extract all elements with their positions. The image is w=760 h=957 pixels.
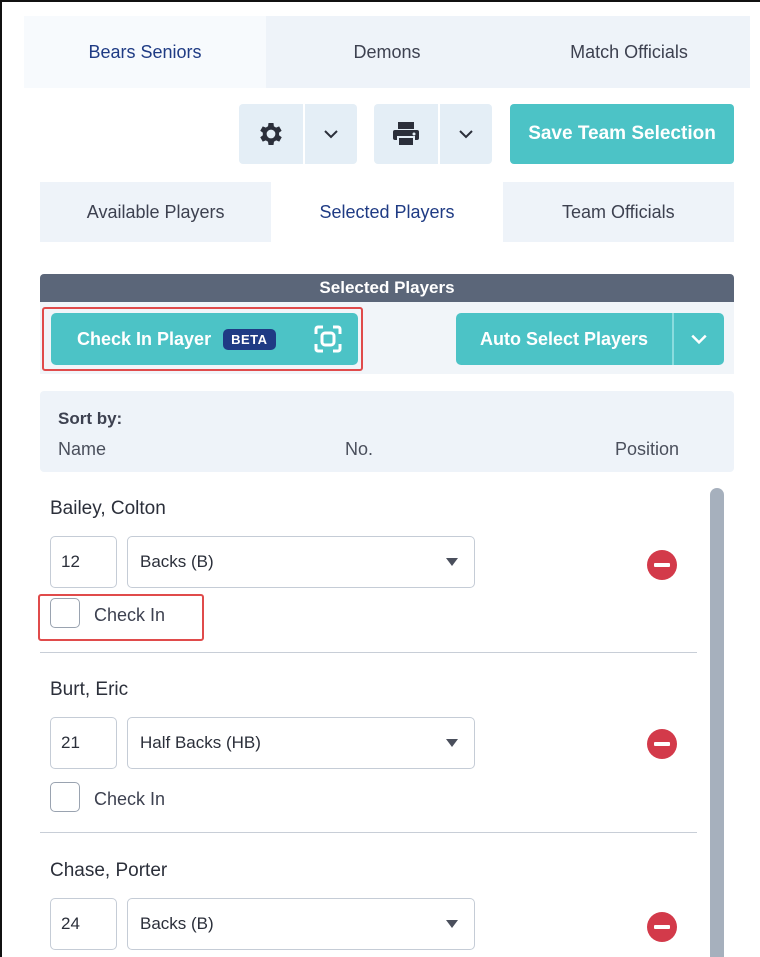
check-in-checkbox[interactable] — [50, 782, 80, 812]
remove-player-icon[interactable] — [647, 550, 677, 580]
check-in-player-label: Check In Player — [77, 328, 212, 349]
chevron-down-icon — [324, 130, 338, 139]
print-chevron-button[interactable] — [440, 104, 492, 164]
player-name: Chase, Porter — [50, 860, 168, 881]
player-number-input[interactable]: 21 — [50, 717, 117, 769]
dropdown-arrow-icon — [446, 739, 458, 747]
player-position-select[interactable]: Half Backs (HB) — [127, 717, 475, 769]
player-position-value: Backs (B) — [140, 914, 214, 933]
remove-player-icon[interactable] — [647, 729, 677, 759]
dropdown-arrow-icon — [446, 920, 458, 928]
scan-icon — [314, 325, 342, 353]
player-position-value: Backs (B) — [140, 552, 214, 571]
selected-players-header: Selected Players — [40, 274, 734, 302]
auto-select-players-label: Auto Select Players — [456, 313, 674, 365]
sort-label: Sort by: — [58, 409, 123, 428]
chevron-down-icon — [691, 334, 707, 345]
scrollbar[interactable] — [710, 488, 724, 957]
player-number-input[interactable]: 12 — [50, 536, 117, 588]
player-sub-tabs: Available Players Selected Players Team … — [40, 182, 734, 242]
remove-player-icon[interactable] — [647, 912, 677, 942]
player-name: Bailey, Colton — [50, 498, 166, 519]
sort-by-name[interactable]: Name — [58, 439, 106, 460]
tab-match-officials[interactable]: Match Officials — [508, 16, 750, 88]
beta-badge: BETA — [223, 328, 276, 350]
dropdown-arrow-icon — [446, 558, 458, 566]
print-dropdown — [374, 104, 492, 164]
check-in-checkbox[interactable] — [50, 598, 80, 628]
gear-icon — [260, 123, 282, 145]
tab-team-officials[interactable]: Team Officials — [502, 182, 734, 242]
tab-demons[interactable]: Demons — [266, 16, 508, 88]
tab-available-players[interactable]: Available Players — [40, 182, 272, 242]
tab-selected-players[interactable]: Selected Players — [271, 182, 503, 242]
chevron-down-icon — [459, 130, 473, 139]
player-position-select[interactable]: Backs (B) — [127, 898, 475, 950]
auto-select-players-button[interactable]: Auto Select Players — [456, 313, 724, 365]
check-in-label: Check In — [94, 789, 166, 809]
settings-chevron-button[interactable] — [305, 104, 357, 164]
player-position-value: Half Backs (HB) — [140, 733, 261, 752]
check-in-label: Check In — [94, 605, 166, 625]
team-tabs: Bears Seniors Demons Match Officials — [24, 16, 750, 88]
player-number-input[interactable]: 24 — [50, 898, 117, 950]
settings-button[interactable] — [239, 104, 305, 164]
print-button[interactable] — [374, 104, 440, 164]
save-team-selection-button[interactable]: Save Team Selection — [510, 104, 734, 164]
auto-select-chevron-button[interactable] — [674, 313, 724, 365]
tab-bears-seniors[interactable]: Bears Seniors — [24, 16, 266, 88]
sort-bar: Sort by: Name No. Position — [40, 391, 734, 472]
settings-dropdown — [239, 104, 357, 164]
sort-by-position[interactable]: Position — [615, 439, 679, 460]
player-name: Burt, Eric — [50, 679, 129, 700]
check-in-player-button[interactable]: Check In Player BETA — [51, 313, 358, 365]
player-position-select[interactable]: Backs (B) — [127, 536, 475, 588]
row-divider — [40, 652, 697, 653]
printer-icon — [393, 122, 419, 147]
sort-by-number[interactable]: No. — [345, 439, 373, 460]
row-divider — [40, 832, 697, 833]
